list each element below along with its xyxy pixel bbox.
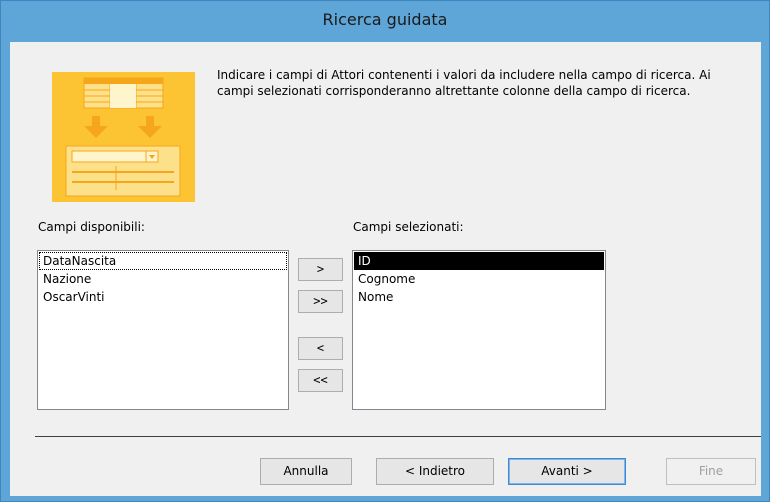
- title-bar[interactable]: Ricerca guidata: [1, 1, 769, 41]
- next-button[interactable]: Avanti >: [508, 458, 626, 485]
- finish-button-label: Fine: [698, 464, 724, 478]
- lookup-wizard-icon: [52, 72, 195, 202]
- selected-fields-list[interactable]: ID Cognome Nome: [352, 250, 606, 410]
- instructions-text: Indicare i campi di Attori contenenti i …: [217, 68, 711, 98]
- cancel-button-label: Annulla: [283, 464, 329, 478]
- add-one-button[interactable]: >: [298, 258, 343, 281]
- list-item[interactable]: Nazione: [39, 270, 287, 288]
- add-all-button[interactable]: >>: [298, 290, 343, 313]
- available-fields-label: Campi disponibili:: [38, 220, 145, 234]
- separator: [35, 436, 761, 437]
- list-item[interactable]: OscarVinti: [39, 288, 287, 306]
- back-button-label: < Indietro: [404, 464, 466, 478]
- back-button[interactable]: < Indietro: [376, 458, 494, 485]
- list-item[interactable]: DataNascita: [39, 252, 287, 270]
- cancel-button[interactable]: Annulla: [260, 458, 352, 485]
- available-fields-list[interactable]: DataNascita Nazione OscarVinti: [37, 250, 289, 410]
- remove-one-button[interactable]: <: [298, 337, 343, 360]
- list-item[interactable]: Cognome: [354, 270, 604, 288]
- list-item[interactable]: Nome: [354, 288, 604, 306]
- wizard-client-area: Indicare i campi di Attori contenenti i …: [10, 42, 761, 496]
- selected-fields-label: Campi selezionati:: [353, 220, 464, 234]
- remove-all-button[interactable]: <<: [298, 369, 343, 392]
- window-title: Ricerca guidata: [322, 10, 448, 29]
- wizard-window: Ricerca guidata Indicare i campi di Atto…: [0, 0, 770, 502]
- finish-button[interactable]: Fine: [666, 458, 756, 485]
- next-button-label: Avanti >: [541, 464, 593, 478]
- list-item[interactable]: ID: [354, 252, 604, 270]
